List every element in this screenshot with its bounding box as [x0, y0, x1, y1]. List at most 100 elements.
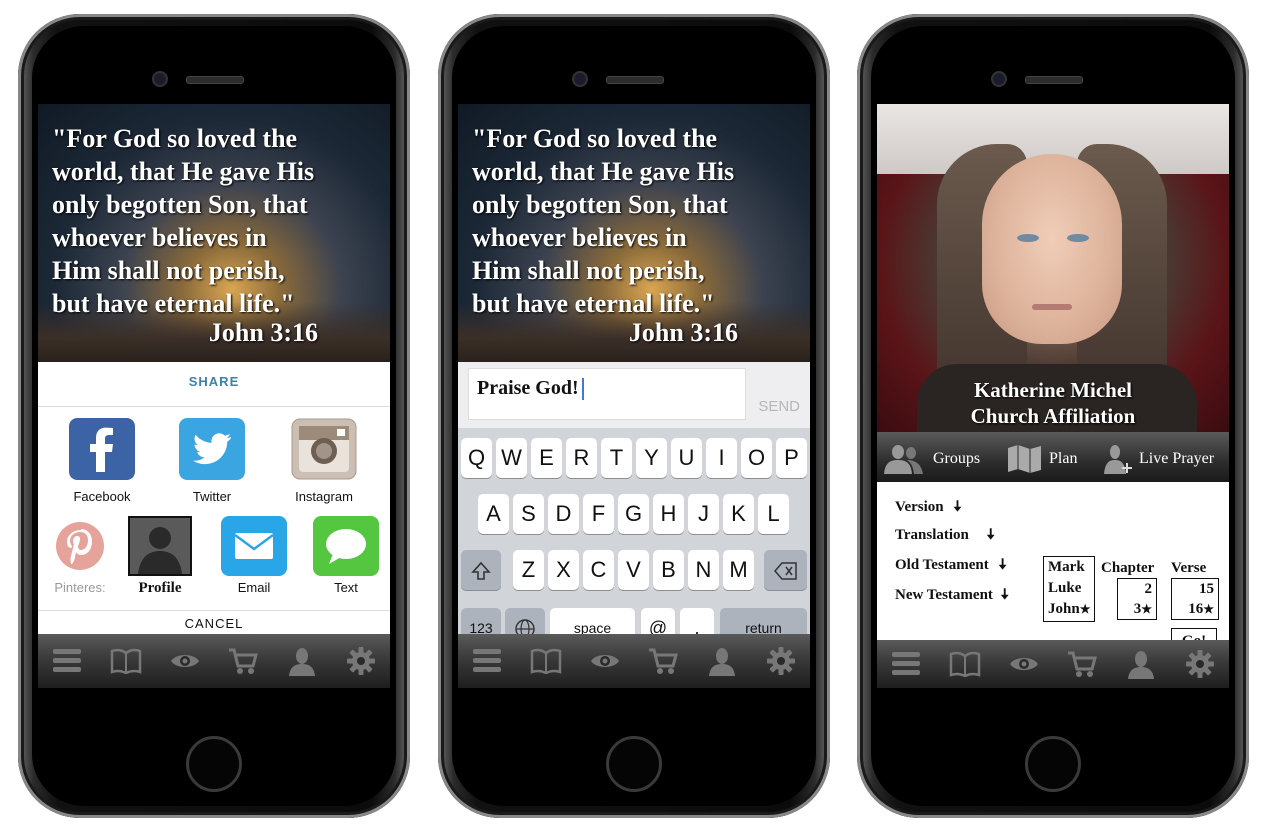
screen: Katherine Michel Church Affiliation Grou… — [877, 104, 1229, 688]
key-r[interactable]: R — [566, 438, 597, 478]
key-j[interactable]: J — [688, 494, 719, 534]
key-q[interactable]: Q — [461, 438, 492, 478]
key-t[interactable]: T — [601, 438, 632, 478]
version-select[interactable]: Version 🠇 — [895, 496, 962, 521]
shift-key[interactable] — [461, 550, 501, 590]
person-icon[interactable] — [286, 645, 318, 677]
key-n[interactable]: N — [688, 550, 719, 590]
key-b[interactable]: B — [653, 550, 684, 590]
eye-icon[interactable] — [589, 645, 621, 677]
verse-card: "For God so loved the world, that He gav… — [458, 104, 810, 362]
message-input[interactable]: Praise God! — [468, 368, 746, 420]
key-m[interactable]: M — [723, 550, 754, 590]
share-instagram[interactable]: Instagram — [284, 418, 364, 504]
key-o[interactable]: O — [741, 438, 772, 478]
verse-reference: John 3:16 — [628, 318, 738, 347]
speaker-grille — [186, 76, 244, 84]
speaker-grille — [606, 76, 664, 84]
profile-name: Katherine Michel — [973, 378, 1133, 402]
book-list[interactable]: Mark Luke John★ — [1043, 556, 1095, 622]
eye-icon[interactable] — [169, 645, 201, 677]
menu-icon[interactable] — [890, 648, 922, 680]
eye-icon[interactable] — [1008, 648, 1040, 680]
cancel-button[interactable]: CANCEL — [38, 616, 390, 631]
gear-icon[interactable] — [765, 645, 797, 677]
gear-icon[interactable] — [345, 645, 377, 677]
groups-button[interactable]: Groups — [881, 444, 980, 474]
key-i[interactable]: I — [706, 438, 737, 478]
key-y[interactable]: Y — [636, 438, 667, 478]
chapter-label: Chapter — [1101, 560, 1155, 576]
verse-reference: John 3:16 — [208, 318, 318, 347]
key-s[interactable]: S — [513, 494, 544, 534]
cart-icon[interactable] — [647, 645, 679, 677]
share-twitter[interactable]: Twitter — [172, 418, 252, 504]
screen: "For God so loved the world, that He gav… — [38, 104, 390, 688]
speaker-grille — [1025, 76, 1083, 84]
key-a[interactable]: A — [478, 494, 509, 534]
menu-icon[interactable] — [51, 645, 83, 677]
pinterest-icon — [56, 522, 104, 570]
home-button[interactable] — [186, 736, 242, 792]
add-person-icon — [1104, 445, 1132, 474]
key-z[interactable]: Z — [513, 550, 544, 590]
screen: "For God so loved the world, that He gav… — [458, 104, 810, 688]
cart-icon[interactable] — [227, 645, 259, 677]
verse-list[interactable]: 15 16★ — [1171, 578, 1219, 620]
book-icon[interactable] — [530, 645, 562, 677]
down-arrow-icon: 🠇 — [998, 557, 1007, 573]
key-x[interactable]: X — [548, 550, 579, 590]
keyboard: Q W E R T Y U I O P A S D F G H J K L Z … — [458, 428, 810, 660]
camera-icon — [152, 71, 168, 87]
star-icon: ★ — [1079, 602, 1091, 616]
delete-key[interactable] — [764, 550, 807, 590]
key-k[interactable]: K — [723, 494, 754, 534]
chapter-list[interactable]: 2 3★ — [1117, 578, 1157, 620]
key-v[interactable]: V — [618, 550, 649, 590]
person-icon[interactable] — [706, 645, 738, 677]
share-facebook[interactable]: Facebook — [62, 418, 142, 504]
message-bar: Praise God! SEND — [458, 362, 810, 428]
old-testament-select[interactable]: Old Testament 🠇 — [895, 554, 1007, 579]
text-caret — [581, 378, 584, 401]
key-e[interactable]: E — [531, 438, 562, 478]
gear-icon[interactable] — [1184, 648, 1216, 680]
key-d[interactable]: D — [548, 494, 579, 534]
home-button[interactable] — [1025, 736, 1081, 792]
phone-profile: Katherine Michel Church Affiliation Grou… — [857, 14, 1249, 818]
plan-button[interactable]: Plan — [1007, 444, 1077, 474]
key-u[interactable]: U — [671, 438, 702, 478]
send-button[interactable]: SEND — [758, 398, 800, 415]
key-h[interactable]: H — [653, 494, 684, 534]
share-profile[interactable]: Profile — [120, 516, 200, 597]
facebook-icon — [69, 418, 135, 480]
live-prayer-button[interactable]: Live Prayer — [1103, 444, 1214, 474]
key-f[interactable]: F — [583, 494, 614, 534]
home-button[interactable] — [606, 736, 662, 792]
tab-bar — [458, 634, 810, 688]
profile-menu: Groups Plan Live Prayer — [877, 432, 1229, 482]
translation-select[interactable]: Translation 🠇 — [895, 524, 995, 549]
share-pinterest[interactable]: Pinteres: — [40, 516, 120, 595]
cart-icon[interactable] — [1066, 648, 1098, 680]
book-icon[interactable] — [949, 648, 981, 680]
verse-label: Verse — [1171, 560, 1207, 576]
reader-form: Version 🠇 Translation 🠇 Old Testament 🠇 … — [877, 482, 1229, 662]
share-email[interactable]: Email — [214, 516, 294, 595]
key-c[interactable]: C — [583, 550, 614, 590]
backspace-icon — [773, 562, 797, 580]
key-g[interactable]: G — [618, 494, 649, 534]
key-w[interactable]: W — [496, 438, 527, 478]
camera-icon — [991, 71, 1007, 87]
person-icon[interactable] — [1125, 648, 1157, 680]
key-p[interactable]: P — [776, 438, 807, 478]
verse-text: "For God so loved the world, that He gav… — [472, 124, 735, 318]
new-testament-select[interactable]: New Testament 🠇 — [895, 584, 1009, 609]
profile-silhouette-icon — [128, 516, 192, 576]
share-text[interactable]: Text — [306, 516, 386, 595]
phone-share: "For God so loved the world, that He gav… — [18, 14, 410, 818]
key-l[interactable]: L — [758, 494, 789, 534]
tab-bar — [877, 640, 1229, 688]
menu-icon[interactable] — [471, 645, 503, 677]
book-icon[interactable] — [110, 645, 142, 677]
